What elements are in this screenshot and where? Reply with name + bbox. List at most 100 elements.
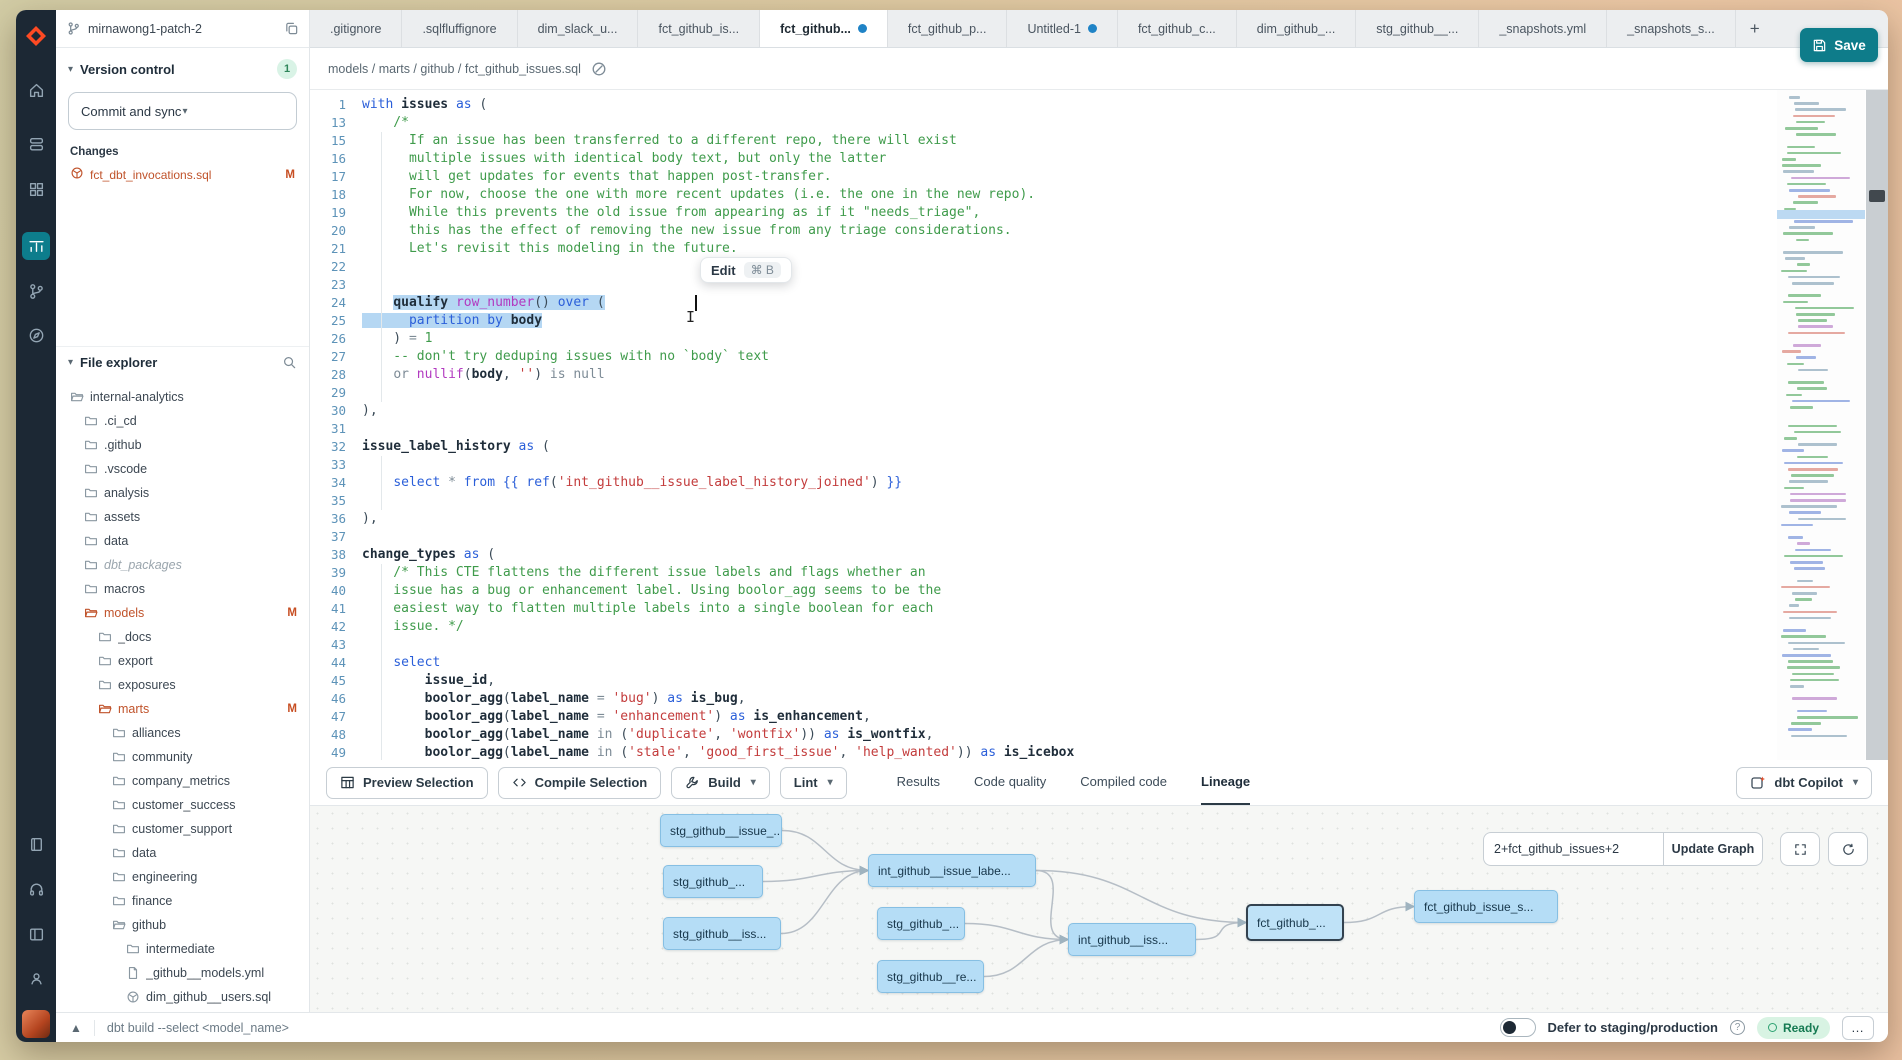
file-tree-item[interactable]: martsM: [56, 697, 309, 721]
compass-icon[interactable]: [22, 321, 50, 349]
file-tree-item[interactable]: dbt_packages: [56, 553, 309, 577]
apps-icon[interactable]: [22, 175, 50, 203]
editor-tab[interactable]: fct_github_c...: [1118, 10, 1237, 47]
panel-tab-code-quality[interactable]: Code quality: [974, 760, 1046, 805]
line-number: 41: [310, 600, 362, 618]
file-tree-item[interactable]: modelsM: [56, 601, 309, 625]
folder-open-icon: [84, 606, 98, 620]
file-actions-icon[interactable]: [591, 61, 607, 77]
file-tree-item[interactable]: internal-analytics: [56, 385, 309, 409]
editor-tab[interactable]: .gitignore: [310, 10, 402, 47]
scrollbar-thumb[interactable]: [1869, 190, 1885, 202]
editor-scrollbar[interactable]: [1866, 90, 1888, 760]
file-tree-item[interactable]: intermediate: [56, 937, 309, 961]
file-tree-item[interactable]: customer_support: [56, 817, 309, 841]
folder-icon: [112, 774, 126, 788]
refresh-graph-button[interactable]: [1828, 832, 1868, 866]
editor-tab[interactable]: _snapshots_s...: [1607, 10, 1736, 47]
compile-selection-button[interactable]: Compile Selection: [498, 767, 662, 799]
file-tree-item[interactable]: assets: [56, 505, 309, 529]
file-tree-item[interactable]: data: [56, 529, 309, 553]
editor-minimap[interactable]: [1777, 90, 1865, 760]
editor-tab[interactable]: dim_github_...: [1237, 10, 1357, 47]
save-button[interactable]: Save: [1800, 28, 1878, 62]
panel-tab-compiled-code[interactable]: Compiled code: [1080, 760, 1167, 805]
file-tree-item[interactable]: .ci_cd: [56, 409, 309, 433]
update-graph-button[interactable]: Update Graph: [1663, 832, 1763, 866]
avatar[interactable]: [22, 1010, 50, 1038]
lineage-node[interactable]: stg_github_...: [663, 865, 763, 898]
commit-and-sync-button[interactable]: Commit and sync ▾: [68, 92, 297, 130]
file-tree-item[interactable]: dim_github__users.sql: [56, 985, 309, 1009]
file-tree-item[interactable]: macros: [56, 577, 309, 601]
file-tree-item[interactable]: exposures: [56, 673, 309, 697]
file-tree-item[interactable]: _github__models.yml: [56, 961, 309, 985]
folder-icon: [98, 678, 112, 692]
headset-icon[interactable]: [22, 875, 50, 903]
dbt-command-input[interactable]: dbt build --select <model_name>: [107, 1021, 1488, 1035]
panel-tab-lineage[interactable]: Lineage: [1201, 760, 1250, 805]
file-tree-item[interactable]: github: [56, 913, 309, 937]
layout-icon[interactable]: [22, 920, 50, 948]
panel-tab-results[interactable]: Results: [897, 760, 940, 805]
code-editor[interactable]: 1with issues as (13 /*15 If an issue has…: [310, 90, 1888, 760]
editor-tab[interactable]: fct_github_p...: [888, 10, 1008, 47]
more-options-button[interactable]: …: [1842, 1016, 1874, 1040]
file-tree-item[interactable]: export: [56, 649, 309, 673]
editor-tab[interactable]: .sqlfluffignore: [402, 10, 517, 47]
file-tree-item[interactable]: customer_success: [56, 793, 309, 817]
lineage-selector-input[interactable]: [1483, 832, 1663, 866]
lineage-node[interactable]: stg_github_...: [877, 907, 965, 940]
search-icon[interactable]: [282, 355, 297, 370]
line-number: 22: [310, 258, 362, 276]
editor-tab[interactable]: fct_github...: [760, 10, 888, 47]
home-icon[interactable]: [22, 76, 50, 104]
file-tree-item[interactable]: analysis: [56, 481, 309, 505]
copy-icon[interactable]: [284, 21, 299, 36]
warehouse-icon[interactable]: [22, 130, 50, 158]
chevron-down-icon[interactable]: ▾: [68, 357, 73, 368]
file-tree-item[interactable]: company_metrics: [56, 769, 309, 793]
lineage-node[interactable]: int_github__iss...: [1068, 923, 1196, 956]
preview-selection-button[interactable]: Preview Selection: [326, 767, 488, 799]
editor-tab[interactable]: stg_github__...: [1356, 10, 1479, 47]
lineage-node[interactable]: fct_github_issue_s...: [1414, 890, 1558, 923]
notebook-icon[interactable]: [22, 830, 50, 858]
file-tree-item[interactable]: .vscode: [56, 457, 309, 481]
file-tree-item[interactable]: alliances: [56, 721, 309, 745]
user-icon[interactable]: [22, 964, 50, 992]
file-tree-item[interactable]: .github: [56, 433, 309, 457]
editor-tab[interactable]: fct_github_is...: [638, 10, 760, 47]
line-number: 20: [310, 222, 362, 240]
file-tree-item[interactable]: data: [56, 841, 309, 865]
file-tree-item[interactable]: _docs: [56, 625, 309, 649]
folder-open-icon: [98, 702, 112, 716]
build-button[interactable]: Build▾: [671, 767, 770, 799]
branch-icon[interactable]: [22, 277, 50, 305]
file-tree-item[interactable]: community: [56, 745, 309, 769]
help-icon[interactable]: ?: [1730, 1020, 1745, 1035]
lineage-node[interactable]: int_github__issue_labe...: [868, 854, 1036, 887]
lineage-node-selected[interactable]: fct_github_...: [1246, 904, 1344, 941]
ide-icon[interactable]: [22, 232, 50, 260]
minimap-line: [1788, 381, 1824, 384]
indent-guide: [381, 132, 382, 402]
editor-tab[interactable]: Untitled-1: [1007, 10, 1118, 47]
lint-button[interactable]: Lint▾: [780, 767, 847, 799]
lineage-node[interactable]: stg_github__re...: [877, 960, 984, 993]
file-tree-item[interactable]: finance: [56, 889, 309, 913]
changed-file-row[interactable]: fct_dbt_invocations.sqlM: [56, 162, 309, 187]
lineage-node[interactable]: stg_github__issue_...: [660, 814, 782, 847]
chevron-down-icon[interactable]: ▾: [68, 64, 73, 75]
line-number: 27: [310, 348, 362, 366]
editor-tab[interactable]: dim_slack_u...: [518, 10, 639, 47]
copilot-icon: [1750, 775, 1766, 791]
defer-toggle[interactable]: [1500, 1018, 1536, 1037]
lineage-node[interactable]: stg_github__iss...: [663, 917, 781, 950]
fullscreen-button[interactable]: [1780, 832, 1820, 866]
editor-tab[interactable]: _snapshots.yml: [1479, 10, 1607, 47]
dbt-copilot-button[interactable]: dbt Copilot▾: [1736, 767, 1872, 799]
file-tree-item[interactable]: engineering: [56, 865, 309, 889]
new-tab-button[interactable]: +: [1736, 10, 1774, 47]
expand-command-chevron[interactable]: ▲: [70, 1021, 82, 1035]
